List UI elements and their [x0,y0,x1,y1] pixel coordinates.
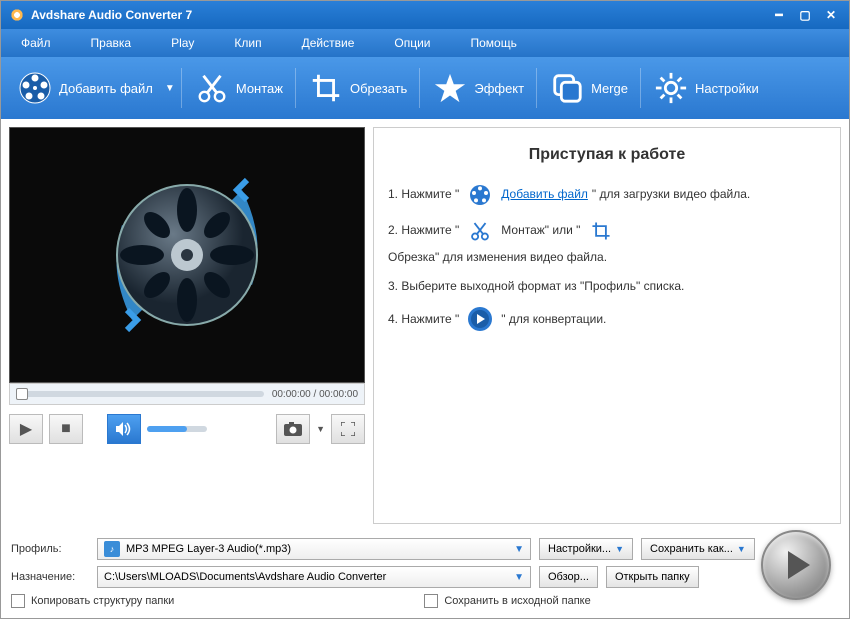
copy-structure-checkbox[interactable]: Копировать структуру папки [11,594,174,608]
close-button[interactable]: ✕ [821,5,841,25]
gear-icon [653,70,689,106]
reel-icon [17,70,53,106]
menu-options[interactable]: Опции [394,36,430,50]
effect-label: Эффект [474,81,524,96]
content-area: 00:00:00 / 00:00:00 ▶ ■ ▼ [1,119,849,532]
menu-edit[interactable]: Правка [91,36,132,50]
toolbar: Добавить файл ▼ Монтаж Обрезать Эффект [1,57,849,119]
trim-button[interactable]: Монтаж [188,66,289,110]
merge-label: Merge [591,81,628,96]
chevron-down-icon: ▼ [514,544,524,555]
convert-button[interactable] [761,530,831,600]
crop-button[interactable]: Обрезать [302,66,413,110]
dest-combo[interactable]: C:\Users\MLOADS\Documents\Avdshare Audio… [97,566,531,588]
gs-step-3: 3. Выберите выходной формат из "Профиль"… [388,277,826,296]
minimize-button[interactable]: ━ [769,5,789,25]
add-file-link[interactable]: Добавить файл [501,185,588,204]
crop-label: Обрезать [350,81,407,96]
settings-label: Настройки [695,81,759,96]
menu-action[interactable]: Действие [302,36,355,50]
profile-combo[interactable]: ♪ MP3 MPEG Layer-3 Audio(*.mp3) ▼ [97,538,531,560]
add-file-label: Добавить файл [59,81,153,96]
merge-icon [549,70,585,106]
reel-icon [467,182,493,208]
bottom-panel: Профиль: ♪ MP3 MPEG Layer-3 Audio(*.mp3)… [1,532,849,618]
maximize-button[interactable]: ▢ [795,5,815,25]
menu-play[interactable]: Play [171,36,194,50]
placeholder-wheel-icon [102,170,272,340]
checkbox-icon [424,594,438,608]
scissors-icon [194,70,230,106]
menubar: Файл Правка Play Клип Действие Опции Пом… [1,29,849,57]
menu-clip[interactable]: Клип [234,36,261,50]
profile-settings-button[interactable]: Настройки...▼ [539,538,633,560]
add-file-dropdown[interactable]: ▼ [165,83,175,94]
profile-label: Профиль: [11,543,89,555]
video-preview [9,127,365,383]
gs-step-1: 1. Нажмите " Добавить файл " для загрузк… [388,182,826,208]
settings-button[interactable]: Настройки [647,66,765,110]
checkbox-icon [11,594,25,608]
crop-icon [588,218,614,244]
preview-pane: 00:00:00 / 00:00:00 ▶ ■ ▼ [9,127,365,524]
menu-help[interactable]: Помощь [471,36,517,50]
getting-started-panel: Приступая к работе 1. Нажмите " Добавить… [373,127,841,524]
gs-title: Приступая к работе [388,146,826,164]
playback-controls: ▶ ■ ▼ [9,411,365,447]
titlebar: Avdshare Audio Converter 7 ━ ▢ ✕ [1,1,849,29]
merge-button[interactable]: Merge [543,66,634,110]
time-display: 00:00:00 / 00:00:00 [272,389,358,400]
app-title: Avdshare Audio Converter 7 [31,8,192,22]
crop-icon [308,70,344,106]
chevron-down-icon: ▼ [514,572,524,583]
browse-button[interactable]: Обзор... [539,566,598,588]
convert-play-icon [467,306,493,332]
save-source-checkbox[interactable]: Сохранить в исходной папке [424,594,590,608]
profile-value: MP3 MPEG Layer-3 Audio(*.mp3) [126,543,291,555]
app-window: Avdshare Audio Converter 7 ━ ▢ ✕ Файл Пр… [0,0,850,619]
effect-button[interactable]: Эффект [426,66,530,110]
mp3-icon: ♪ [104,541,120,557]
gs-step-4: 4. Нажмите " " для конвертации. [388,306,826,332]
add-file-button[interactable]: Добавить файл [11,66,159,110]
gs-step-2: 2. Нажмите " Монтаж" или " Обрезка" для … [388,218,826,267]
seek-thumb[interactable] [16,388,28,400]
trim-label: Монтаж [236,81,283,96]
seek-bar[interactable]: 00:00:00 / 00:00:00 [9,383,365,405]
volume-slider[interactable] [147,426,207,432]
snapshot-button[interactable] [276,414,310,444]
snapshot-dropdown[interactable]: ▼ [316,424,325,434]
stop-button[interactable]: ■ [49,414,83,444]
menu-file[interactable]: Файл [21,36,51,50]
app-logo-icon [9,7,25,23]
play-button[interactable]: ▶ [9,414,43,444]
profile-saveas-button[interactable]: Сохранить как...▼ [641,538,755,560]
star-icon [432,70,468,106]
open-folder-button[interactable]: Открыть папку [606,566,699,588]
fullscreen-button[interactable] [331,414,365,444]
dest-value: C:\Users\MLOADS\Documents\Avdshare Audio… [104,571,386,583]
scissors-icon [467,218,493,244]
dest-label: Назначение: [11,571,89,583]
volume-button[interactable] [107,414,141,444]
